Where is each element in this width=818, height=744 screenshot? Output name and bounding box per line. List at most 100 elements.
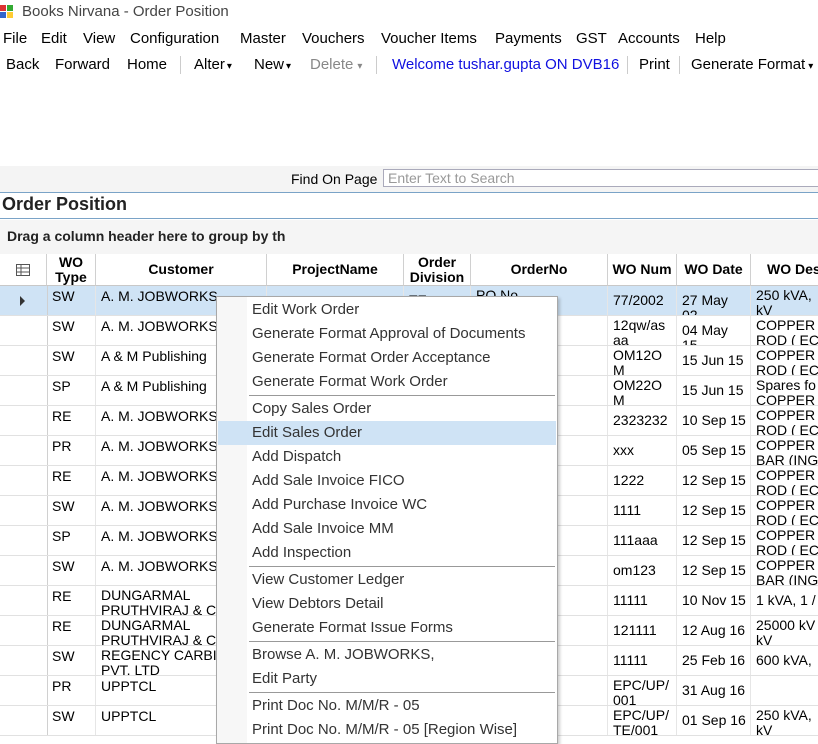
cell-wo-type: RE [47, 586, 96, 615]
cell-wo-desc: COPPER ROD ( EC [751, 526, 818, 556]
row-header[interactable] [0, 466, 48, 495]
menu-master[interactable]: Master [240, 30, 286, 47]
context-menu-item[interactable]: Add Sale Invoice FICO [218, 469, 556, 493]
back-button[interactable]: Back [6, 56, 39, 73]
chevron-down-icon: ▾ [226, 61, 232, 72]
print-button[interactable]: Print [639, 56, 670, 73]
context-menu-item[interactable]: Generate Format Order Acceptance [218, 346, 556, 370]
row-header[interactable] [0, 496, 48, 525]
context-menu-item[interactable]: Generate Format Work Order [218, 370, 556, 394]
cell-wo-num: 12qw/as aa [608, 316, 677, 345]
find-label: Find On Page [291, 171, 378, 187]
context-menu-item[interactable]: Generate Format Issue Forms [218, 616, 556, 640]
menu-payments[interactable]: Payments [495, 30, 562, 47]
context-menu-item[interactable]: View Debtors Detail [218, 592, 556, 616]
context-menu-item-label: View Customer Ledger [252, 571, 405, 588]
cell-wo-type: SP [47, 376, 96, 405]
generate-format-button[interactable]: Generate Format ▾ [691, 56, 813, 73]
cell-wo-desc: Spares fo COPPER [751, 376, 818, 406]
context-menu-item[interactable]: Add Inspection [218, 541, 556, 565]
menu-vouchers[interactable]: Vouchers [302, 30, 365, 47]
context-menu: Edit Work Order Generate Format Approval … [216, 296, 558, 744]
home-button[interactable]: Home [127, 56, 167, 73]
menu-edit[interactable]: Edit [41, 30, 67, 47]
context-menu-item[interactable]: Edit Party [218, 667, 556, 691]
page-title: Order Position [2, 194, 128, 214]
cell-wo-type: SW [47, 346, 96, 375]
row-header[interactable] [0, 676, 48, 705]
cell-wo-date: 12 Sep 15 [677, 526, 751, 555]
forward-button[interactable]: Forward [55, 56, 110, 73]
row-header[interactable] [0, 586, 48, 615]
row-header[interactable] [0, 346, 48, 375]
grid-icon [16, 263, 30, 276]
chevron-down-icon: ▾ [286, 61, 292, 72]
menu-help[interactable]: Help [695, 30, 726, 47]
context-menu-item[interactable]: Add Sale Invoice MM [218, 517, 556, 541]
column-header-customer[interactable]: Customer [96, 254, 267, 286]
column-header-wo-type[interactable]: WO Type [47, 254, 96, 286]
context-menu-item[interactable]: Copy Sales Order [218, 397, 556, 421]
cell-wo-date: 25 Feb 16 [677, 646, 751, 675]
context-menu-separator [249, 692, 555, 693]
cell-wo-desc: 250 kVA, kV [751, 706, 818, 736]
row-header[interactable] [0, 706, 48, 735]
welcome-text: Welcome tushar.gupta ON DVB16 [392, 56, 620, 73]
context-menu-item[interactable]: Edit Sales Order [218, 421, 556, 445]
alter-button[interactable]: Alter ▾ [194, 56, 232, 73]
context-menu-separator [249, 566, 555, 567]
delete-label: Delete [310, 56, 354, 73]
context-menu-item[interactable]: Add Dispatch [218, 445, 556, 469]
cell-wo-date: 27 May 02 [677, 286, 751, 315]
menu-voucher-items[interactable]: Voucher Items [381, 30, 477, 47]
cell-wo-type: SW [47, 316, 96, 345]
column-header-division[interactable]: Order Division [404, 254, 471, 286]
row-header[interactable] [0, 526, 48, 555]
app-icon [0, 5, 13, 18]
chevron-down-icon: ▾ [357, 61, 363, 72]
row-header[interactable] [0, 286, 48, 315]
context-menu-item[interactable]: Print Doc No. M/M/R - 05 [218, 694, 556, 718]
cell-wo-num: 121111 [608, 616, 677, 645]
context-menu-item-label: Edit Sales Order [252, 424, 363, 441]
context-menu-item-label: Copy Sales Order [252, 400, 372, 417]
cell-wo-date: 31 Aug 16 [677, 676, 751, 705]
menu-configuration[interactable]: Configuration [130, 30, 219, 47]
menu-view[interactable]: View [83, 30, 115, 47]
context-menu-item[interactable]: View Customer Ledger [218, 568, 556, 592]
cell-wo-type: SW [47, 646, 96, 675]
column-header-orderno[interactable]: OrderNo [471, 254, 608, 286]
context-menu-item[interactable]: Browse A. M. JOBWORKS, [218, 643, 556, 667]
column-header-wo-date[interactable]: WO Date [677, 254, 751, 286]
row-header[interactable] [0, 316, 48, 345]
cell-wo-date: 05 Sep 15 [677, 436, 751, 465]
cell-wo-date: 12 Sep 15 [677, 466, 751, 495]
context-menu-item-label: Generate Format Issue Forms [252, 619, 453, 636]
delete-button[interactable]: Delete ▾ [310, 56, 362, 73]
row-header[interactable] [0, 616, 48, 645]
menu-file[interactable]: File [3, 30, 27, 47]
column-header-wo-num[interactable]: WO Num [608, 254, 677, 286]
cell-wo-desc: COPPER ROD ( EC [751, 346, 818, 376]
column-chooser-button[interactable] [0, 254, 47, 286]
menu-accounts[interactable]: Accounts [618, 30, 680, 47]
row-header[interactable] [0, 556, 48, 585]
menu-gst[interactable]: GST [576, 30, 607, 47]
context-menu-item[interactable]: Generate Format Approval of Documents [218, 322, 556, 346]
column-header-wo-desc[interactable]: WO Des [751, 254, 818, 286]
row-header[interactable] [0, 376, 48, 405]
row-header[interactable] [0, 406, 48, 435]
new-button[interactable]: New ▾ [254, 56, 291, 73]
group-panel[interactable]: Drag a column header here to group by th [0, 220, 818, 254]
context-menu-separator [249, 641, 555, 642]
row-header[interactable] [0, 646, 48, 675]
find-input[interactable]: Enter Text to Search [383, 169, 818, 187]
context-menu-item[interactable]: Print Doc No. M/M/R - 05 [Region Wise] [218, 718, 556, 742]
cell-wo-num: EPC/UP/ 001 [608, 676, 677, 705]
cell-wo-type: SW [47, 706, 96, 735]
context-menu-item[interactable]: Edit Work Order [218, 298, 556, 322]
context-menu-item[interactable]: Add Purchase Invoice WC [218, 493, 556, 517]
column-header-project[interactable]: ProjectName [267, 254, 404, 286]
row-header[interactable] [0, 436, 48, 465]
find-bar: Find On Page Enter Text to Search [0, 166, 818, 193]
